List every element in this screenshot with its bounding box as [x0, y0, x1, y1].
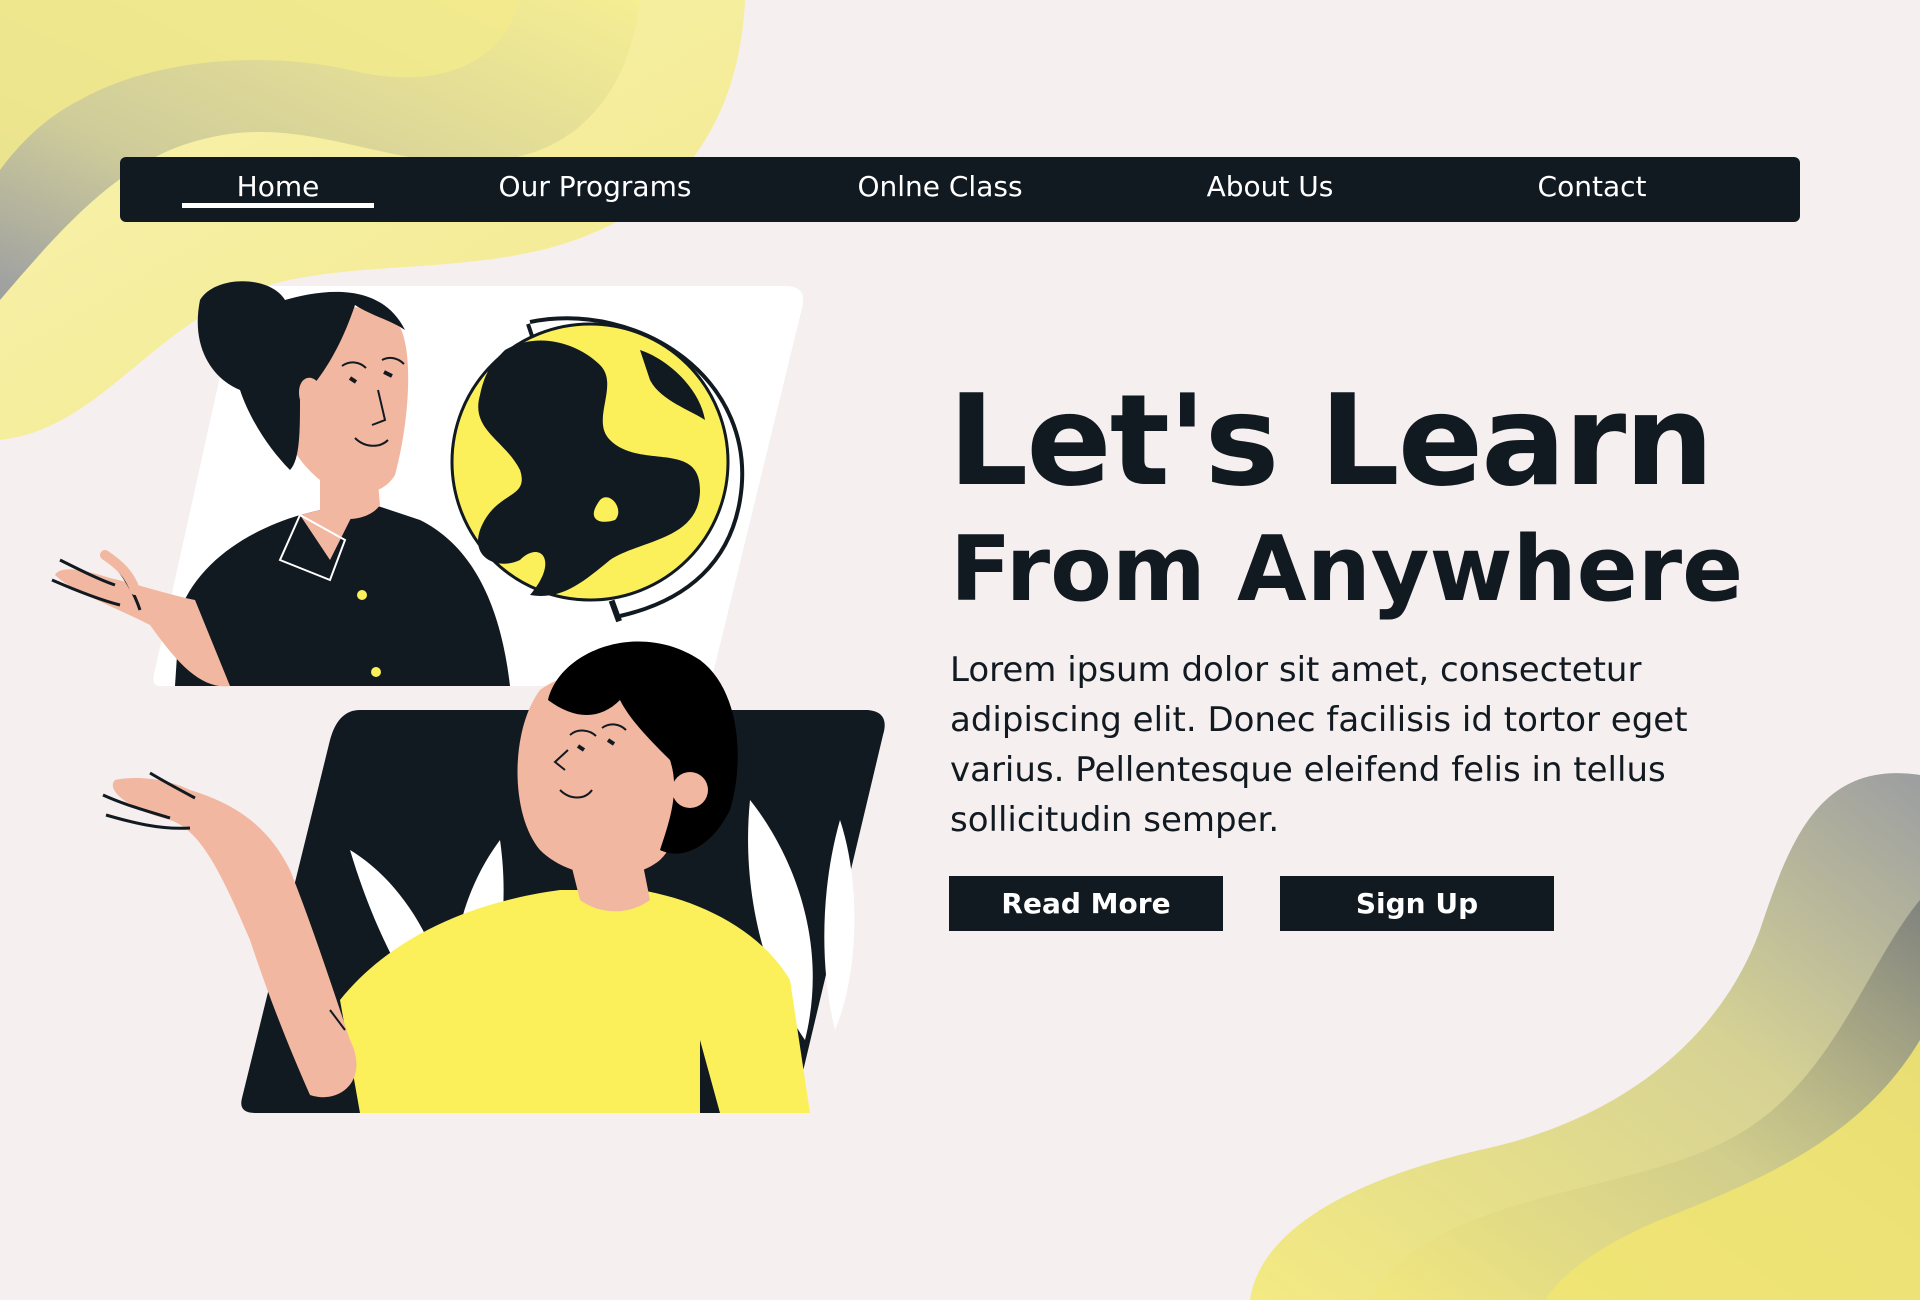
- read-more-button[interactable]: Read More: [949, 876, 1223, 931]
- sign-up-button[interactable]: Sign Up: [1280, 876, 1554, 931]
- hero-description: Lorem ipsum dolor sit amet, consectetur …: [950, 650, 1688, 840]
- hero-title: Let's Learn: [948, 367, 1714, 514]
- globe-icon: [450, 322, 730, 602]
- hero-subtitle: From Anywhere: [950, 517, 1744, 622]
